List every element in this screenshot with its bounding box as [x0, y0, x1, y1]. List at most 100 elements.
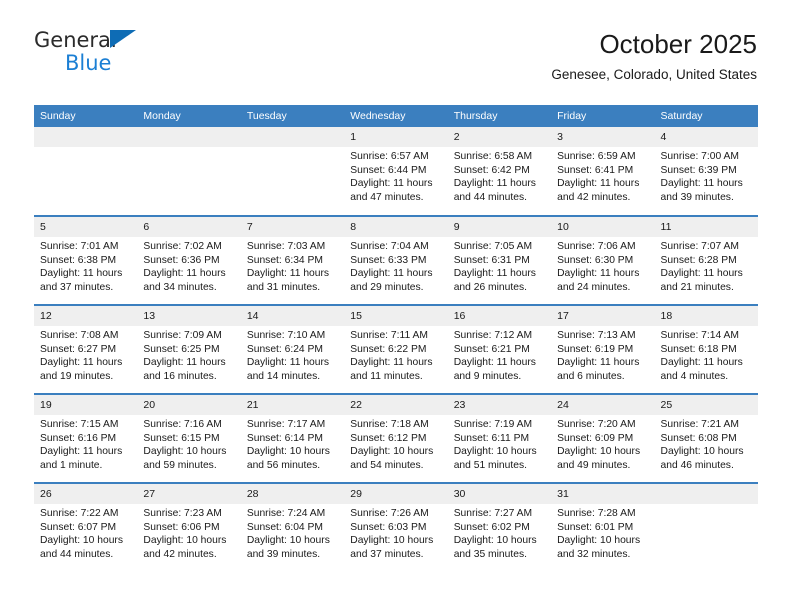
calendar-day-cell[interactable]: 26 Sunrise: 7:22 AM Sunset: 6:07 PM Dayligh…: [34, 482, 138, 572]
daylight-text-line1: Daylight: 10 hours: [660, 446, 744, 458]
calendar-day-cell[interactable]: 29 Sunrise: 7:26 AM Sunset: 6:03 PM Dayligh…: [344, 482, 448, 572]
sunrise-text: Sunrise: 7:10 AM: [246, 330, 326, 341]
day-number: 25: [654, 395, 758, 415]
daylight-text-line2: and 31 minutes.: [246, 281, 321, 293]
calendar-day-cell[interactable]: 23 Sunrise: 7:19 AM Sunset: 6:11 PM Dayligh…: [447, 393, 552, 483]
calendar-day-cell[interactable]: 4 Sunrise: 7:00 AM Sunset: 6:39 PM Daylight…: [654, 127, 758, 216]
daylight-text-line2: and 29 minutes.: [350, 281, 424, 293]
sunset-text: Sunset: 6:39 PM: [660, 164, 737, 176]
sunset-text: Sunset: 6:07 PM: [40, 521, 117, 533]
calendar-day-cell[interactable]: 28 Sunrise: 7:24 AM Sunset: 6:04 PM Dayligh…: [240, 482, 345, 572]
day-number: 30: [447, 484, 552, 504]
weekday-header-friday: Friday: [551, 105, 655, 127]
calendar-day-cell[interactable]: 7 Sunrise: 7:03 AM Sunset: 6:34 PM Daylight…: [240, 215, 345, 305]
calendar-day-cell[interactable]: 12 Sunrise: 7:08 AM Sunset: 6:27 PM Dayligh…: [34, 304, 138, 394]
daylight-text-line2: and 49 minutes.: [557, 459, 631, 471]
daylight-text-line2: and 46 minutes.: [660, 459, 734, 471]
daylight-text-line2: and 37 minutes.: [350, 548, 424, 560]
daylight-text-line2: and 56 minutes.: [246, 459, 321, 471]
calendar-day-cell[interactable]: 27 Sunrise: 7:23 AM Sunset: 6:06 PM Dayligh…: [137, 482, 241, 572]
calendar-day-cell[interactable]: 22 Sunrise: 7:18 AM Sunset: 6:12 PM Dayligh…: [344, 393, 448, 483]
day-number: 21: [240, 395, 345, 415]
daylight-text-line1: Daylight: 10 hours: [557, 446, 641, 458]
day-number: 22: [344, 395, 448, 415]
calendar-day-cell[interactable]: 14 Sunrise: 7:10 AM Sunset: 6:24 PM Dayligh…: [240, 304, 345, 394]
day-sun-info: Sunrise: 7:07 AM Sunset: 6:28 PM Daylight:…: [655, 237, 758, 294]
calendar-day-cell[interactable]: 19 Sunrise: 7:15 AM Sunset: 6:16 PM Dayligh…: [34, 393, 138, 483]
daylight-text-line2: and 42 minutes.: [143, 548, 217, 560]
day-sun-info: Sunrise: 7:13 AM Sunset: 6:19 PM Daylight:…: [551, 326, 654, 383]
sunrise-text: Sunrise: 7:13 AM: [557, 330, 636, 341]
daylight-text-line1: Daylight: 10 hours: [143, 535, 227, 547]
calendar-page: General Blue October 2025 Genesee, Color…: [0, 0, 792, 612]
day-sun-info: Sunrise: 7:03 AM Sunset: 6:34 PM Daylight:…: [241, 237, 344, 294]
daylight-text-line2: and 6 minutes.: [557, 370, 625, 382]
sunrise-text: Sunrise: 7:00 AM: [660, 151, 739, 162]
sunset-text: Sunset: 6:03 PM: [350, 521, 427, 533]
sunset-text: Sunset: 6:28 PM: [660, 254, 737, 266]
calendar-day-cell[interactable]: 31 Sunrise: 7:28 AM Sunset: 6:01 PM Dayligh…: [551, 482, 655, 572]
calendar-day-cell[interactable]: 10 Sunrise: 7:06 AM Sunset: 6:30 PM Dayligh…: [551, 215, 655, 305]
daylight-text-line1: Daylight: 11 hours: [453, 268, 536, 280]
sunset-text: Sunset: 6:36 PM: [143, 254, 220, 266]
calendar-day-cell[interactable]: 1 Sunrise: 6:57 AM Sunset: 6:44 PM Daylight…: [344, 127, 448, 216]
daylight-text-line1: Daylight: 11 hours: [557, 178, 640, 190]
sunrise-sunset-calendar: Sunday Monday Tuesday Wednesday Thursday…: [34, 105, 758, 572]
day-sun-info: Sunrise: 6:59 AM Sunset: 6:41 PM Daylight:…: [551, 147, 654, 204]
daylight-text-line1: Daylight: 10 hours: [350, 535, 434, 547]
calendar-day-cell-empty: [240, 127, 345, 216]
daylight-text-line2: and 59 minutes.: [143, 459, 217, 471]
calendar-day-cell[interactable]: 11 Sunrise: 7:07 AM Sunset: 6:28 PM Dayligh…: [654, 215, 758, 305]
day-number: 20: [137, 395, 241, 415]
weekday-header-saturday: Saturday: [654, 105, 758, 127]
page-title: October 2025: [599, 29, 757, 59]
daylight-text-line2: and 26 minutes.: [453, 281, 527, 293]
day-sun-info: Sunrise: 7:04 AM Sunset: 6:33 PM Daylight:…: [344, 237, 447, 294]
calendar-day-cell[interactable]: 30 Sunrise: 7:27 AM Sunset: 6:02 PM Dayligh…: [447, 482, 552, 572]
day-sun-info: Sunrise: 7:10 AM Sunset: 6:24 PM Daylight:…: [241, 326, 344, 383]
calendar-day-cell[interactable]: 16 Sunrise: 7:12 AM Sunset: 6:21 PM Dayligh…: [447, 304, 552, 394]
calendar-day-cell[interactable]: 24 Sunrise: 7:20 AM Sunset: 6:09 PM Dayligh…: [551, 393, 655, 483]
sunrise-text: Sunrise: 7:20 AM: [557, 419, 636, 430]
day-sun-info: Sunrise: 7:15 AM Sunset: 6:16 PM Daylight:…: [34, 415, 137, 472]
daylight-text-line2: and 24 minutes.: [557, 281, 631, 293]
calendar-day-cell[interactable]: 13 Sunrise: 7:09 AM Sunset: 6:25 PM Dayligh…: [137, 304, 241, 394]
calendar-day-cell[interactable]: 2 Sunrise: 6:58 AM Sunset: 6:42 PM Daylight…: [447, 127, 552, 216]
page-header: General Blue October 2025 Genesee, Color…: [34, 28, 757, 98]
daylight-text-line2: and 44 minutes.: [40, 548, 114, 560]
sunrise-text: Sunrise: 6:57 AM: [350, 151, 429, 162]
day-sun-info: Sunrise: 7:28 AM Sunset: 6:01 PM Daylight:…: [551, 504, 654, 561]
sunset-text: Sunset: 6:34 PM: [246, 254, 323, 266]
calendar-week-row: 26 Sunrise: 7:22 AM Sunset: 6:07 PM Dayligh…: [34, 482, 758, 572]
daylight-text-line2: and 51 minutes.: [453, 459, 527, 471]
calendar-day-cell[interactable]: 20 Sunrise: 7:16 AM Sunset: 6:15 PM Dayligh…: [137, 393, 241, 483]
calendar-day-cell[interactable]: 5 Sunrise: 7:01 AM Sunset: 6:38 PM Daylight…: [34, 215, 138, 305]
day-number: [654, 484, 758, 504]
calendar-day-cell[interactable]: 3 Sunrise: 6:59 AM Sunset: 6:41 PM Daylight…: [551, 127, 655, 216]
calendar-day-cell[interactable]: 21 Sunrise: 7:17 AM Sunset: 6:14 PM Dayligh…: [240, 393, 345, 483]
sunrise-text: Sunrise: 7:04 AM: [350, 241, 429, 252]
day-number: 28: [240, 484, 345, 504]
day-sun-info: Sunrise: 7:24 AM Sunset: 6:04 PM Daylight:…: [241, 504, 344, 561]
brand-name-top: General: [34, 28, 117, 52]
calendar-day-cell[interactable]: 25 Sunrise: 7:21 AM Sunset: 6:08 PM Dayligh…: [654, 393, 758, 483]
calendar-day-cell[interactable]: 15 Sunrise: 7:11 AM Sunset: 6:22 PM Dayligh…: [344, 304, 448, 394]
day-sun-info: Sunrise: 7:18 AM Sunset: 6:12 PM Daylight:…: [344, 415, 447, 472]
day-number: 5: [34, 217, 138, 237]
sunrise-text: Sunrise: 7:28 AM: [557, 508, 636, 519]
weekday-header-tuesday: Tuesday: [240, 105, 345, 127]
sunrise-text: Sunrise: 7:22 AM: [40, 508, 119, 519]
calendar-day-cell[interactable]: 18 Sunrise: 7:14 AM Sunset: 6:18 PM Dayligh…: [654, 304, 758, 394]
daylight-text-line1: Daylight: 11 hours: [143, 357, 226, 369]
day-sun-info: Sunrise: 7:05 AM Sunset: 6:31 PM Daylight:…: [448, 237, 551, 294]
calendar-day-cell[interactable]: 17 Sunrise: 7:13 AM Sunset: 6:19 PM Dayligh…: [551, 304, 655, 394]
day-sun-info: Sunrise: 7:23 AM Sunset: 6:06 PM Daylight:…: [137, 504, 240, 561]
sunrise-text: Sunrise: 7:27 AM: [453, 508, 533, 519]
calendar-day-cell[interactable]: 8 Sunrise: 7:04 AM Sunset: 6:33 PM Daylight…: [344, 215, 448, 305]
sunset-text: Sunset: 6:44 PM: [350, 164, 427, 176]
sunrise-text: Sunrise: 7:23 AM: [143, 508, 222, 519]
calendar-day-cell[interactable]: 9 Sunrise: 7:05 AM Sunset: 6:31 PM Daylight…: [447, 215, 552, 305]
day-sun-info: Sunrise: 7:19 AM Sunset: 6:11 PM Daylight:…: [448, 415, 551, 472]
brand-logo[interactable]: General Blue: [34, 28, 234, 84]
calendar-day-cell[interactable]: 6 Sunrise: 7:02 AM Sunset: 6:36 PM Daylight…: [137, 215, 241, 305]
